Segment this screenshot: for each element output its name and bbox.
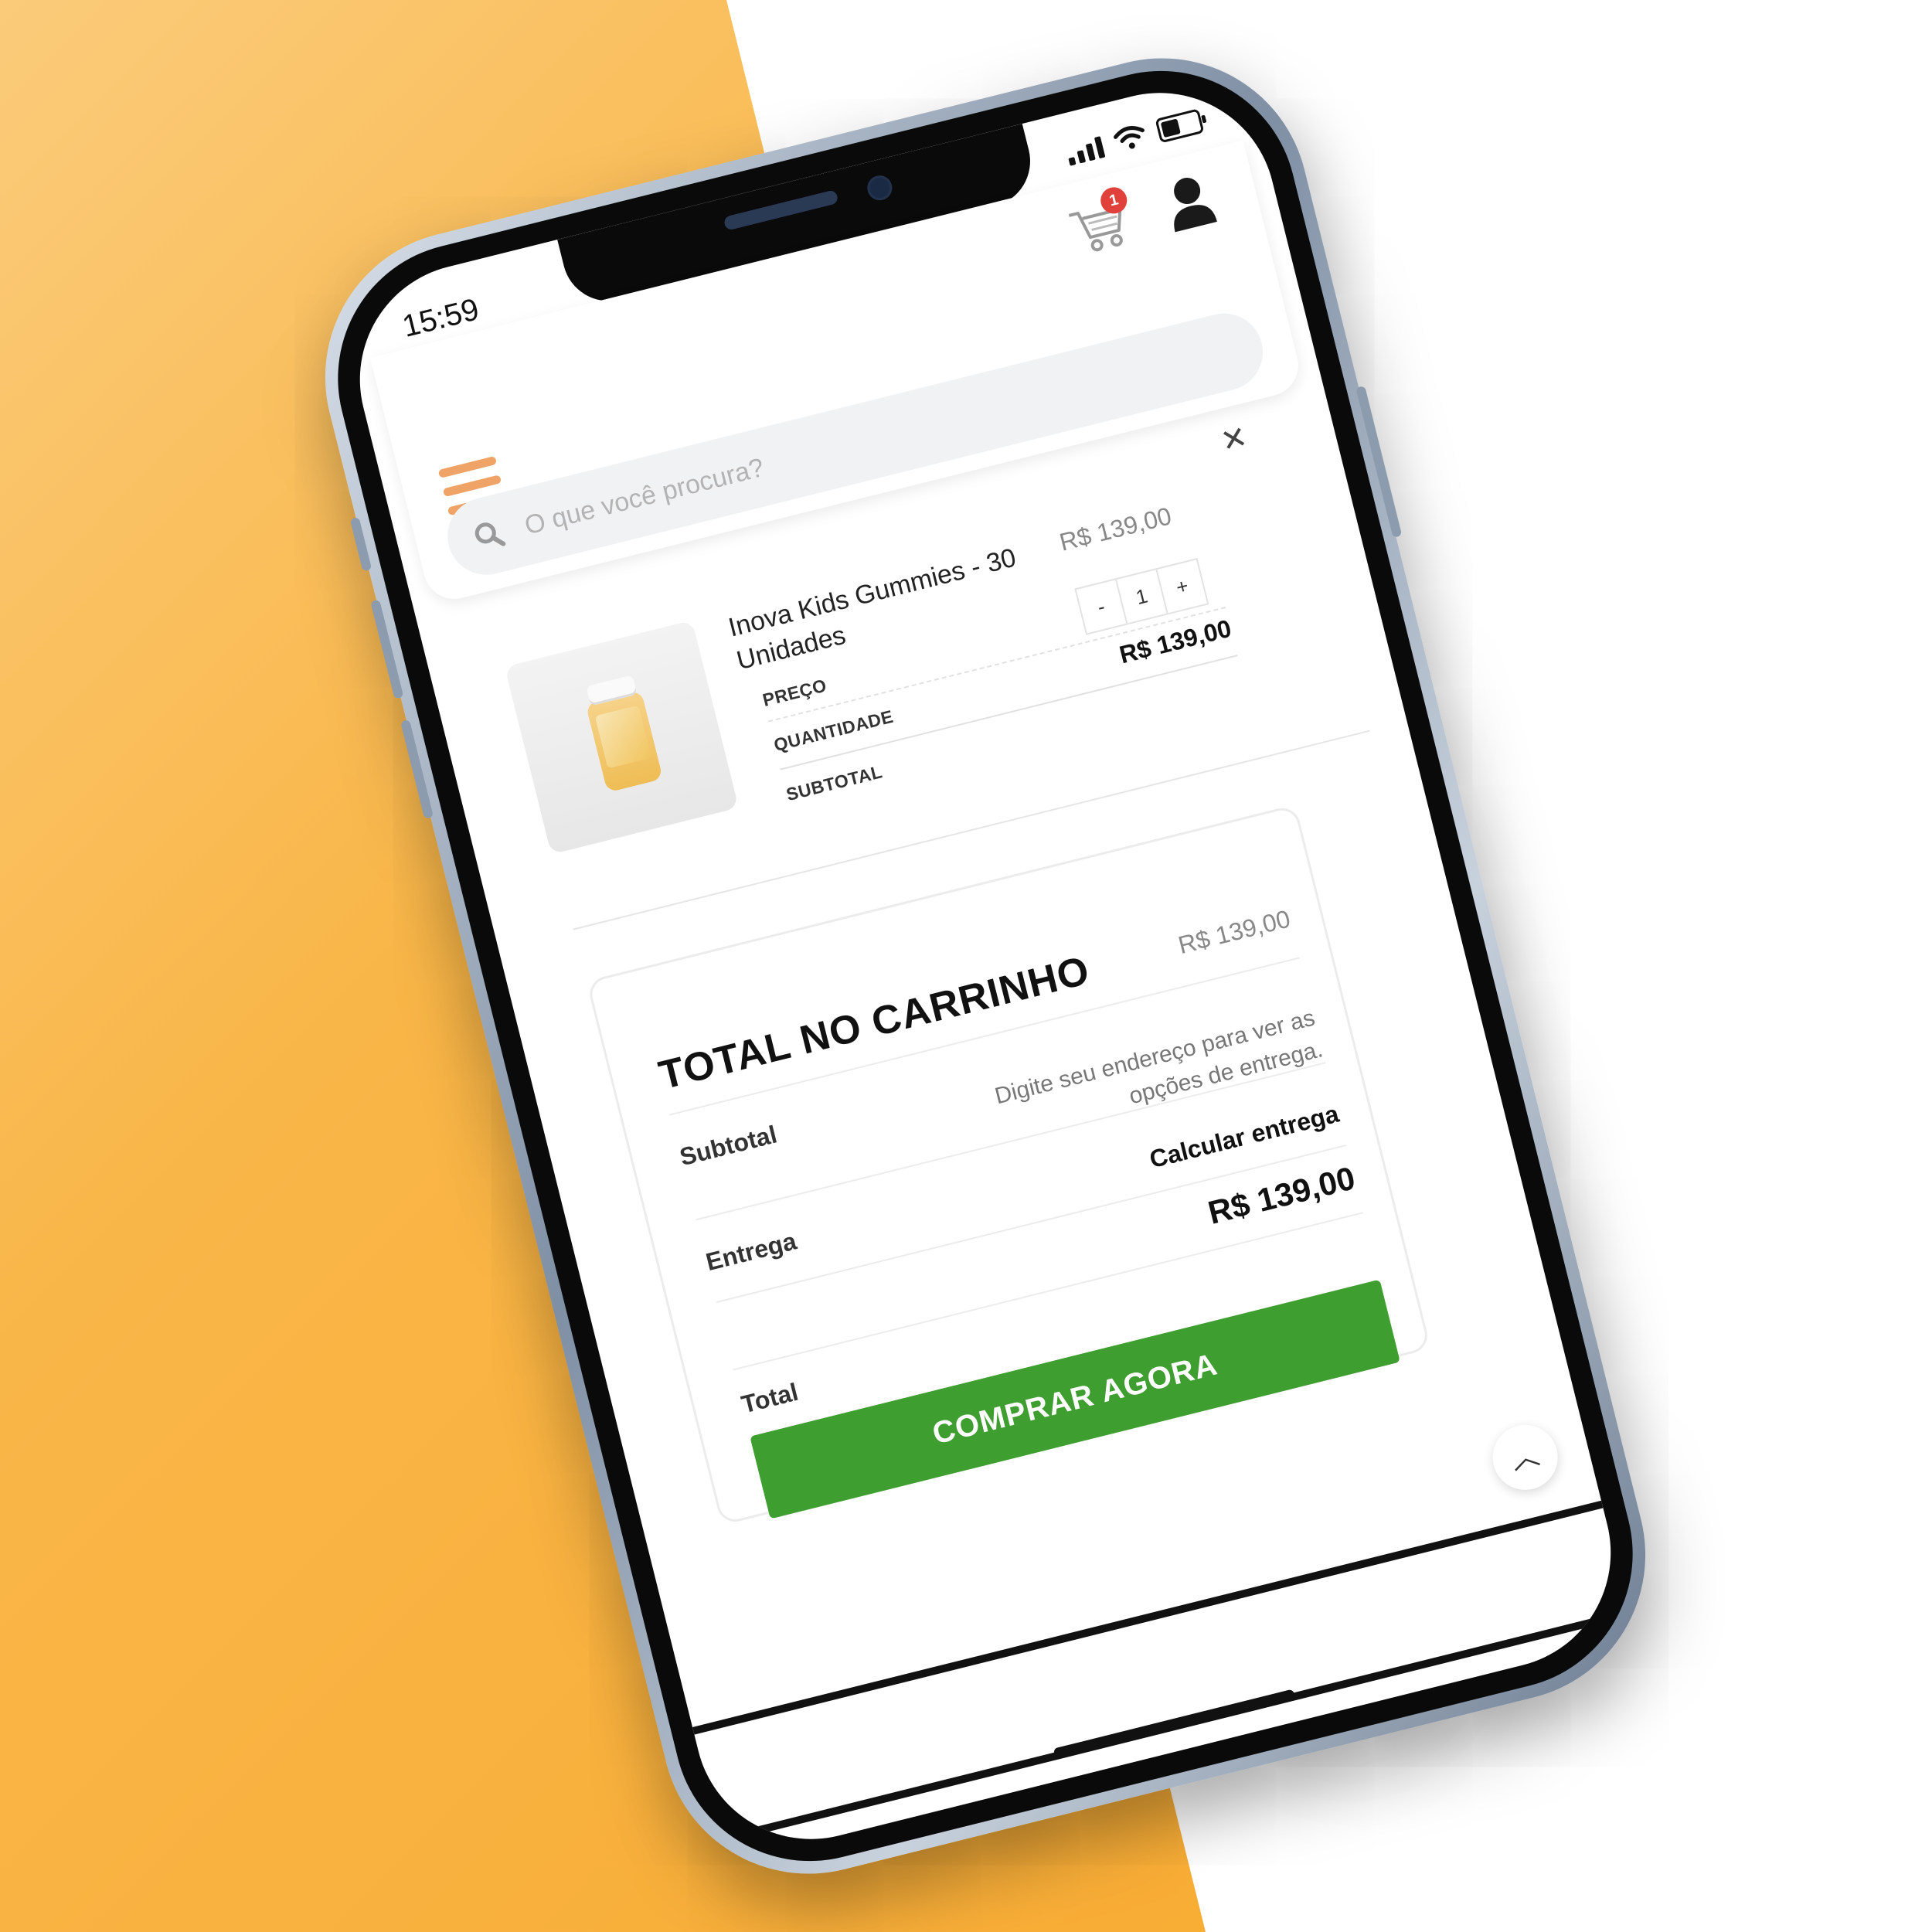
cart-total-value: R$ 139,00: [1204, 1159, 1359, 1231]
scroll-to-top-button[interactable]: ︿: [1485, 1417, 1565, 1497]
product-name[interactable]: Inova Kids Gummies - 30 Unidades: [725, 529, 1071, 678]
account-button[interactable]: [1161, 170, 1219, 233]
cart-totals-box: TOTAL NO CARRINHO R$ 139,00 Subtotal Dig…: [586, 804, 1431, 1526]
quantity-label: QUANTIDADE: [771, 706, 896, 756]
search-input[interactable]: [519, 398, 981, 543]
subtotal-label: SUBTOTAL: [784, 761, 885, 805]
chevron-up-icon: ︿: [1508, 1438, 1543, 1476]
user-icon: [1174, 178, 1217, 233]
earpiece-speaker: [723, 189, 839, 231]
quantity-row-line: [780, 655, 1238, 770]
cart-subtotal-value: R$ 139,00: [1175, 904, 1294, 960]
product-jar: [581, 674, 663, 793]
search-icon: [474, 522, 506, 546]
signal-icon: [1065, 136, 1106, 166]
cart-total-label: Total: [738, 1377, 801, 1419]
cart-button[interactable]: 1: [1066, 184, 1134, 260]
battery-icon: [1155, 108, 1207, 144]
price-label: PREÇO: [760, 675, 829, 711]
shipping-label: Entrega: [702, 1226, 800, 1277]
product-price: R$ 139,00: [1056, 502, 1175, 556]
product-image[interactable]: [504, 620, 739, 855]
totals-line-3: [716, 1144, 1347, 1304]
wifi-icon: [1114, 126, 1145, 149]
front-camera: [864, 172, 895, 203]
cart-subtotal-label: Subtotal: [676, 1120, 780, 1172]
buy-now-button[interactable]: COMPRAR AGORA: [750, 1279, 1400, 1519]
calculate-shipping-link[interactable]: Calcular entrega: [1147, 1100, 1342, 1175]
close-icon[interactable]: ✕: [1217, 419, 1251, 460]
